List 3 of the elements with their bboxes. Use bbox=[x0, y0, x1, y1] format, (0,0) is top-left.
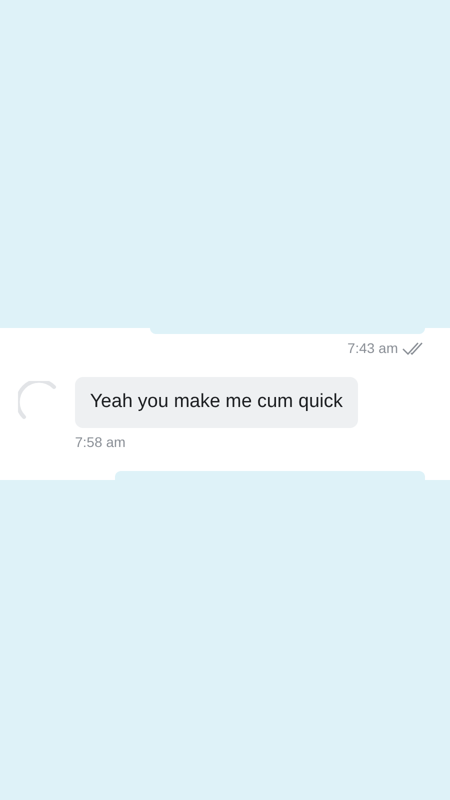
message-bubble: Yeah you make me cum quick bbox=[75, 377, 358, 428]
message-time: 7:58 am bbox=[75, 432, 127, 452]
message-time: 7:43 am bbox=[347, 339, 398, 358]
